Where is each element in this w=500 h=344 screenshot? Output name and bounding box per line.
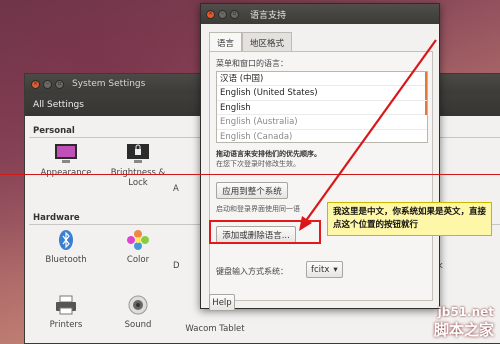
watermark-name: 脚本之家 <box>433 321 494 339</box>
watermark-url: jb51.net <box>437 305 494 319</box>
annotation-highlight-box <box>209 220 321 244</box>
watermark: jb51.net 脚本之家 <box>434 305 494 340</box>
annotation-arrow <box>299 39 437 231</box>
annotation-note: 我这里是中文，你系统如果是英文，直接点这个位置的按钮就行 <box>327 202 492 236</box>
